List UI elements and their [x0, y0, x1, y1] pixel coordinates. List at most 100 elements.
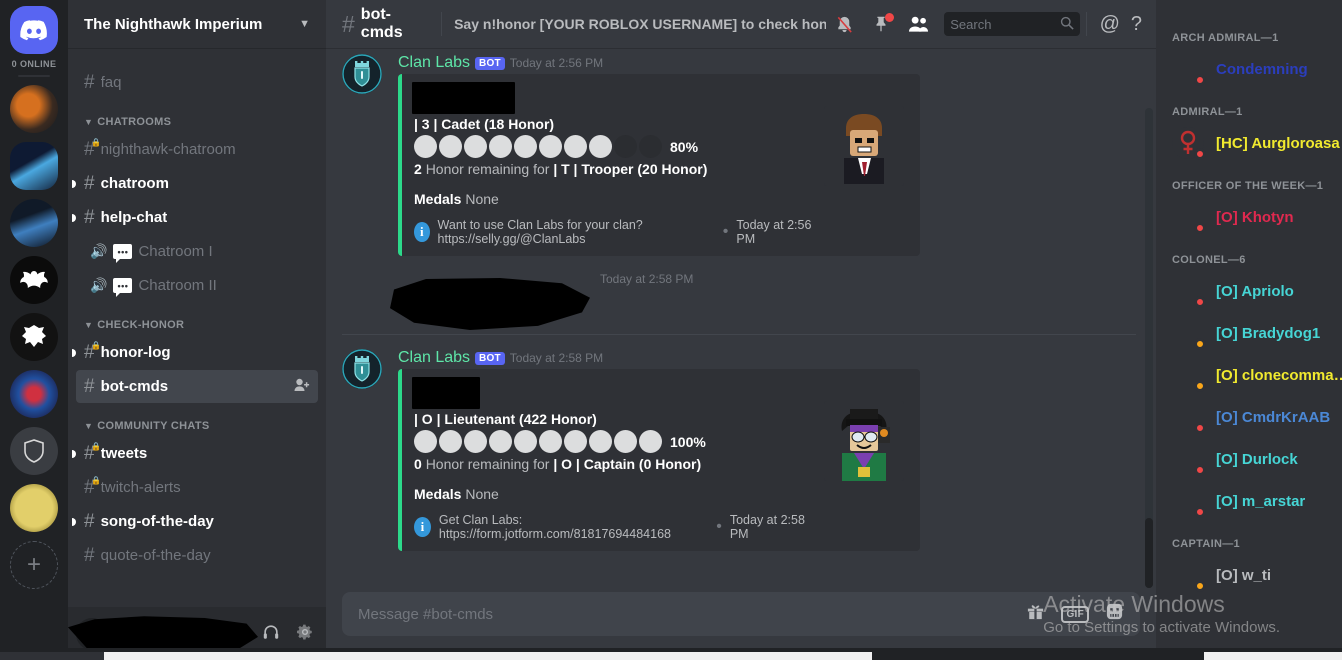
progress-pip	[414, 135, 437, 158]
channel-honor-log[interactable]: # 🔒 honor-log	[72, 336, 318, 369]
redacted-embed-title	[412, 82, 515, 114]
emoji-smiley-icon[interactable]	[1105, 602, 1124, 626]
message-scrollbar[interactable]	[1145, 108, 1154, 588]
channel-chatroom[interactable]: # chatroom	[72, 167, 318, 200]
message-author[interactable]: Clan Labs	[398, 54, 470, 72]
channel-label: bot-cmds	[100, 378, 169, 395]
avatar[interactable]	[1172, 359, 1207, 392]
member-list-icon[interactable]	[908, 15, 929, 33]
member-row[interactable]: [O] w_ti	[1156, 554, 1342, 596]
roblox-avatar-thumbnail[interactable]	[824, 106, 904, 186]
avatar[interactable]	[1172, 443, 1207, 476]
message-list[interactable]: Clan Labs BOT Today at 2:56 PM | 3 | Cad…	[326, 48, 1156, 592]
category-chatrooms[interactable]: ▼ CHATROOMS	[68, 100, 326, 132]
server-icon-blue-soldier[interactable]	[10, 199, 58, 247]
footer-text: Get Clan Labs: https://form.jotform.com/…	[438, 513, 671, 541]
message-timestamp: Today at 2:56 PM	[509, 56, 604, 70]
voice-channel-chatroom-i[interactable]: 🔊 ••• Chatroom I	[76, 235, 318, 268]
pinned-messages-icon[interactable]	[872, 13, 895, 33]
footer-separator: •	[722, 223, 729, 240]
server-icon-grey-shield[interactable]	[10, 427, 58, 475]
medals-value: None	[465, 191, 499, 207]
headphones-icon[interactable]	[258, 619, 284, 649]
server-icon-lion-emblem[interactable]	[10, 313, 58, 361]
avatar[interactable]	[1172, 401, 1207, 434]
avatar[interactable]	[1172, 201, 1207, 234]
gear-icon[interactable]	[292, 619, 318, 649]
sidebar-item-bot-cmds[interactable]: # bot-cmds	[76, 370, 318, 403]
chevron-down-icon: ▼	[84, 117, 94, 127]
next-rank: | T | Trooper (20 Honor)	[553, 161, 708, 177]
status-indicator-dnd	[1194, 74, 1207, 86]
avatar[interactable]	[1172, 127, 1207, 160]
add-member-icon[interactable]	[294, 378, 310, 395]
scrollbar-thumb[interactable]	[104, 652, 872, 660]
bot-badge: BOT	[475, 352, 505, 365]
voice-channel-chatroom-ii[interactable]: 🔊 ••• Chatroom II	[76, 269, 318, 302]
roblox-avatar-thumbnail[interactable]	[824, 401, 904, 481]
message-input[interactable]: Message #bot-cmds GIF	[342, 592, 1141, 636]
channel-song-of-the-day[interactable]: # song-of-the-day	[72, 505, 318, 538]
avatar[interactable]	[1172, 275, 1207, 308]
help-question-icon[interactable]: ?	[1131, 13, 1142, 36]
server-icon-orange-mech[interactable]	[10, 85, 58, 133]
main-content: # bot-cmds Say n!honor [YOUR ROBLOX USER…	[326, 0, 1157, 660]
speaker-locked-icon: 🔊	[90, 277, 108, 293]
member-name: [O] Durlock	[1216, 450, 1298, 468]
notification-muted-icon[interactable]	[835, 15, 854, 34]
gif-button[interactable]: GIF	[1061, 605, 1090, 623]
progress-pip	[614, 430, 637, 453]
avatar[interactable]	[1172, 53, 1207, 86]
member-row[interactable]: [O] CmdrKrAAB	[1156, 396, 1342, 438]
server-icon-police-roleplay[interactable]	[10, 370, 58, 418]
channel-label: help-chat	[100, 209, 168, 226]
horizontal-scrollbar[interactable]	[0, 648, 1342, 660]
member-row[interactable]: [O] m_arstar	[1156, 480, 1342, 522]
guild-header[interactable]: The Nighthawk Imperium ▼	[68, 0, 326, 48]
member-name: [O] m_arstar	[1216, 492, 1306, 510]
channel-quote-of-the-day[interactable]: # quote-of-the-day	[76, 539, 318, 572]
avatar[interactable]	[1172, 317, 1207, 350]
discord-home-icon[interactable]	[10, 6, 58, 54]
channel-faq[interactable]: # faq	[76, 66, 318, 99]
member-row[interactable]: [O] clonecommander1...	[1156, 354, 1342, 396]
channel-help-chat[interactable]: # help-chat	[72, 201, 318, 234]
avatar[interactable]	[1172, 559, 1207, 592]
channel-nighthawk-chatroom[interactable]: # 🔒 nighthawk-chatroom	[76, 133, 318, 166]
clan-labs-avatar[interactable]	[342, 349, 382, 389]
server-icon-sheriff-star[interactable]	[10, 484, 58, 532]
progress-pip	[439, 135, 462, 158]
progress-pip	[439, 430, 462, 453]
member-row[interactable]: [O] Durlock	[1156, 438, 1342, 480]
status-indicator-dnd	[1194, 222, 1207, 234]
channel-twitch-alerts[interactable]: # 🔒 twitch-alerts	[76, 471, 318, 504]
member-list[interactable]: ARCH ADMIRAL—1 Condemning ADMIRAL—1 [HC]…	[1156, 0, 1342, 660]
member-row[interactable]: [O] Khotyn	[1156, 196, 1342, 238]
avatar[interactable]	[1172, 485, 1207, 518]
medals-line: Medals None	[414, 486, 812, 502]
mentions-at-icon[interactable]: @	[1100, 13, 1120, 36]
member-row[interactable]: [O] Bradydog1	[1156, 312, 1342, 354]
server-icon-blue-robot[interactable]	[10, 142, 58, 190]
add-server-button[interactable]: +	[10, 541, 58, 589]
channel-tweets[interactable]: # 🔒 tweets	[72, 437, 318, 470]
gift-icon[interactable]	[1026, 602, 1045, 626]
server-icon-bat-emblem[interactable]	[10, 256, 58, 304]
message-header: Clan Labs BOT Today at 2:56 PM	[398, 54, 1136, 72]
category-check-honor[interactable]: ▼ CHECK-HONOR	[68, 303, 326, 335]
scrollbar-thumb[interactable]	[1145, 518, 1154, 588]
progress-pip	[589, 135, 612, 158]
server-rail[interactable]: 0 ONLINE +	[0, 0, 68, 660]
search-input[interactable]: Search	[944, 12, 1080, 36]
chevron-down-icon[interactable]: ▼	[299, 18, 310, 30]
member-row[interactable]: Condemning	[1156, 48, 1342, 90]
category-community-chats[interactable]: ▼ COMMUNITY CHATS	[68, 404, 326, 436]
bat-emblem-icon	[20, 271, 48, 288]
member-row[interactable]: [HC] Aurgloroasa	[1156, 122, 1342, 164]
message-author[interactable]: Clan Labs	[398, 349, 470, 367]
channel-list[interactable]: # faq ▼ CHATROOMS # 🔒 nighthawk-chatroom…	[68, 48, 326, 607]
member-name: [O] CmdrKrAAB	[1216, 408, 1331, 426]
scrollbar-thumb-right[interactable]	[1204, 652, 1342, 660]
member-row[interactable]: [O] Apriolo	[1156, 270, 1342, 312]
clan-labs-avatar[interactable]	[342, 54, 382, 94]
